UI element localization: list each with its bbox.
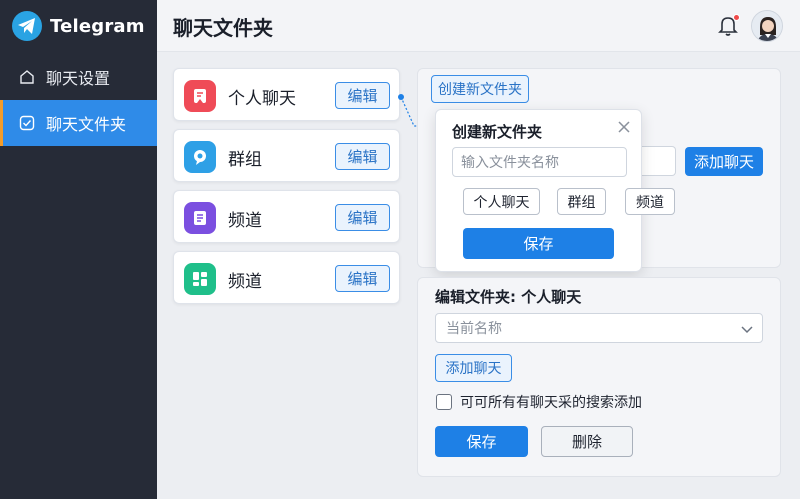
folder-card-channels-2[interactable]: 频道 编辑: [173, 251, 400, 304]
chip-personal-chat[interactable]: 个人聊天: [463, 188, 540, 215]
add-chat-button[interactable]: 添加聊天: [685, 147, 763, 176]
folder-card-channels[interactable]: 频道 编辑: [173, 190, 400, 243]
notification-badge: [733, 14, 740, 21]
sidebar-item-label: 聊天文件夹: [46, 115, 127, 134]
edit-button[interactable]: 编辑: [335, 82, 390, 109]
folder-label: 频道: [228, 211, 262, 231]
search-add-option[interactable]: 可可所有有聊天采的搜索添加: [436, 392, 642, 412]
save-button[interactable]: 保存: [435, 426, 528, 457]
checkbox[interactable]: [436, 394, 452, 410]
sidebar: Telegram 聊天设置 聊天文件夹: [0, 0, 157, 499]
create-folder-button[interactable]: 创建新文件夹: [431, 75, 529, 103]
pin-bubble-icon: [184, 141, 216, 173]
avatar[interactable]: [751, 10, 783, 42]
edit-button[interactable]: 编辑: [335, 265, 390, 292]
brand[interactable]: Telegram: [12, 10, 145, 42]
edit-button[interactable]: 编辑: [335, 204, 390, 231]
chip-channels[interactable]: 频道: [625, 188, 675, 215]
sidebar-item-label: 聊天设置: [46, 69, 111, 88]
close-icon[interactable]: [616, 119, 632, 135]
create-folder-popup: 创建新文件夹 输入文件夹名称 个人聊天 群组 频道 保存: [435, 109, 675, 272]
current-name-select[interactable]: 当前名称: [435, 313, 763, 343]
folder-label: 频道: [228, 272, 262, 292]
grid-icon: [184, 263, 216, 295]
popup-title: 创建新文件夹: [452, 123, 543, 141]
select-placeholder: 当前名称: [446, 321, 502, 337]
delete-button[interactable]: 删除: [541, 426, 633, 457]
chevron-down-icon: [740, 322, 754, 336]
sidebar-item-chat-settings[interactable]: 聊天设置: [0, 54, 157, 100]
home-icon: [18, 68, 36, 86]
folder-label: 群组: [228, 150, 262, 170]
document-icon: [184, 202, 216, 234]
chip-groups[interactable]: 群组: [557, 188, 606, 215]
bookmark-icon: [184, 80, 216, 112]
popup-save-button[interactable]: 保存: [463, 228, 614, 259]
telegram-logo-icon: [12, 11, 42, 41]
folder-name-input-behind[interactable]: [636, 146, 676, 176]
app-name: Telegram: [50, 15, 145, 37]
checkbox-label: 可可所有有聊天采的搜索添加: [460, 395, 642, 411]
edit-button[interactable]: 编辑: [335, 143, 390, 170]
folder-card-groups[interactable]: 群组 编辑: [173, 129, 400, 182]
edit-folder-title: 编辑文件夹: 个人聊天: [435, 288, 582, 306]
check-square-icon: [18, 114, 36, 132]
sidebar-item-chat-folders[interactable]: 聊天文件夹: [0, 100, 157, 146]
header: 聊天文件夹: [157, 0, 800, 52]
add-chat-button-2[interactable]: 添加聊天: [435, 354, 512, 382]
folder-card-personal[interactable]: 个人聊天 编辑: [173, 68, 400, 121]
folder-name-input[interactable]: 输入文件夹名称: [452, 147, 627, 177]
folder-label: 个人聊天: [228, 89, 296, 109]
page-title: 聊天文件夹: [173, 16, 273, 40]
